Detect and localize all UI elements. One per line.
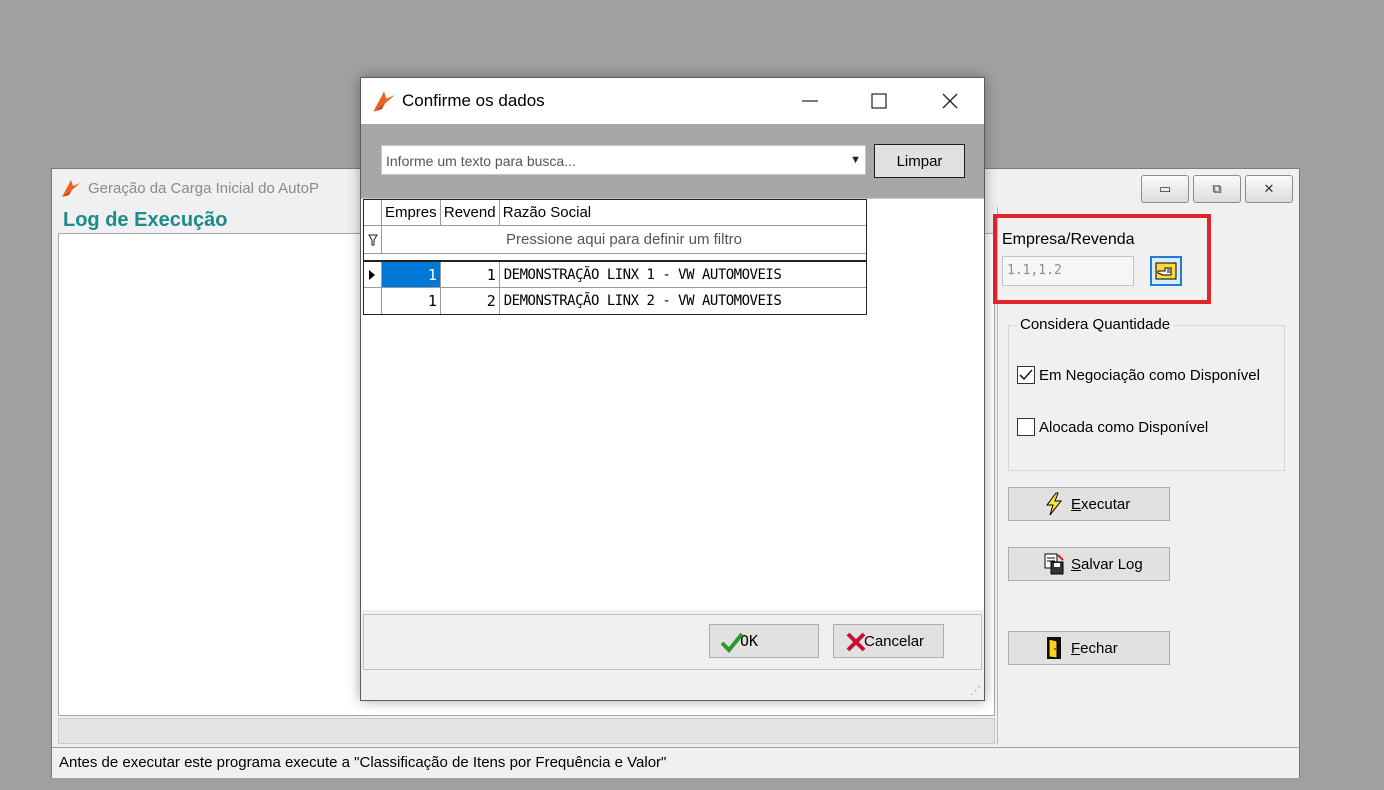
cell-razao-social[interactable]: DEMONSTRAÇÃO LINX 2 - VW AUTOMOVEIS <box>500 288 866 314</box>
dialog-close-button[interactable] <box>927 86 973 116</box>
ok-button[interactable]: OK <box>709 624 819 658</box>
checkbox-alocada-label: Alocada como Disponível <box>1039 418 1209 436</box>
grid-area: Empres Revend Razão Social Pressione aqu… <box>361 198 984 610</box>
save-log-icon <box>1044 553 1064 575</box>
dialog-search-bar: Informe um texto para busca... ▼ Limpar <box>361 124 984 198</box>
close-icon <box>942 93 958 109</box>
search-placeholder: Informe um texto para busca... <box>386 153 576 169</box>
cancel-x-icon <box>846 632 866 652</box>
main-minimize-button[interactable]: ▭ <box>1141 175 1189 203</box>
resize-grip-icon[interactable]: ⋰ <box>970 684 981 697</box>
close-icon: ✕ <box>1263 181 1275 197</box>
cell-empresa[interactable]: 1 <box>382 288 441 314</box>
qty-group-label: Considera Quantidade <box>1017 316 1174 333</box>
grid-header-row: Empres Revend Razão Social <box>364 200 866 226</box>
checkbox-alocada[interactable]: Alocada como Disponível <box>1017 418 1208 436</box>
minimize-icon <box>802 100 818 102</box>
grid-separator <box>364 254 866 262</box>
column-header-empresa[interactable]: Empres <box>382 200 441 225</box>
salvar-log-label: Salvar Log <box>1071 555 1143 573</box>
salvar-log-button[interactable]: Salvar Log <box>1008 547 1170 581</box>
filter-hint[interactable]: Pressione aqui para definir um filtro <box>382 226 866 253</box>
restore-icon: ⧉ <box>1212 181 1222 197</box>
empresa-label: Empresa/Revenda <box>1002 231 1135 248</box>
lightning-icon <box>1046 492 1063 516</box>
dialog-maximize-button[interactable] <box>856 86 902 116</box>
checkmark-icon <box>1019 369 1033 381</box>
checkbox-em-negociacao-box[interactable] <box>1017 366 1035 384</box>
lookup-hand-icon <box>1155 262 1177 280</box>
confirme-dialog: Confirme os dados Informe um texto para … <box>360 77 985 701</box>
log-title: Log de Execução <box>63 209 228 231</box>
checkbox-alocada-box[interactable] <box>1017 418 1035 436</box>
cell-revenda[interactable]: 1 <box>441 262 500 287</box>
limpar-button[interactable]: Limpar <box>874 144 965 178</box>
app-logo-icon <box>62 180 80 197</box>
executar-button[interactable]: Executar <box>1008 487 1170 521</box>
fechar-label: Fechar <box>1071 639 1118 657</box>
considera-quantidade-group: Considera Quantidade Em Negociação como … <box>1008 316 1285 471</box>
maximize-icon <box>871 93 887 109</box>
table-row[interactable]: 1 1 DEMONSTRAÇÃO LINX 1 - VW AUTOMOVEIS <box>364 262 866 288</box>
cancelar-button[interactable]: Cancelar <box>833 624 944 658</box>
cell-razao-social[interactable]: DEMONSTRAÇÃO LINX 1 - VW AUTOMOVEIS <box>500 262 866 287</box>
dialog-titlebar[interactable]: Confirme os dados <box>361 78 984 124</box>
cell-revenda[interactable]: 2 <box>441 288 500 314</box>
filter-icon <box>364 226 382 253</box>
door-exit-icon <box>1047 637 1061 659</box>
empresa-highlight-box: Empresa/Revenda 1.1,1.2 <box>993 214 1211 304</box>
column-header-razao-social[interactable]: Razão Social <box>500 200 866 225</box>
app-logo-icon <box>373 91 395 112</box>
grid-header-indicator <box>364 200 382 225</box>
minimize-icon: ▭ <box>1158 181 1172 197</box>
cell-empresa[interactable]: 1 <box>381 262 441 287</box>
dialog-title: Confirme os dados <box>402 91 545 110</box>
data-grid: Empres Revend Razão Social Pressione aqu… <box>363 199 867 315</box>
fechar-button[interactable]: Fechar <box>1008 631 1170 665</box>
grid-filter-row[interactable]: Pressione aqui para definir um filtro <box>364 226 866 254</box>
search-combobox[interactable]: Informe um texto para busca... ▼ <box>381 145 866 175</box>
dialog-minimize-button[interactable] <box>787 86 833 116</box>
row-indicator <box>364 288 382 314</box>
main-close-button[interactable]: ✕ <box>1245 175 1293 203</box>
empresa-lookup-button[interactable] <box>1150 256 1182 286</box>
main-restore-button[interactable]: ⧉ <box>1193 175 1241 203</box>
cancelar-label: Cancelar <box>864 632 925 650</box>
table-row[interactable]: 1 2 DEMONSTRAÇÃO LINX 2 - VW AUTOMOVEIS <box>364 288 866 314</box>
column-header-revenda[interactable]: Revend <box>441 200 500 225</box>
dialog-button-panel: OK Cancelar <box>363 614 982 670</box>
log-horizontal-scrollbar[interactable] <box>58 718 995 744</box>
status-bar: Antes de executar este programa execute … <box>52 747 1299 778</box>
right-panel: Empresa/Revenda 1.1,1.2 Considera Quanti… <box>993 207 1295 745</box>
executar-label: Executar <box>1071 495 1131 513</box>
checkmark-icon <box>720 632 744 653</box>
main-window-title: Geração da Carga Inicial do AutoP <box>88 180 319 197</box>
empresa-input[interactable]: 1.1,1.2 <box>1002 256 1134 286</box>
dropdown-arrow-icon[interactable]: ▼ <box>850 154 861 166</box>
dialog-status-bar: ⋰ <box>361 674 984 700</box>
checkbox-em-negociacao-label: Em Negociação como Disponível <box>1039 366 1260 384</box>
checkbox-em-negociacao[interactable]: Em Negociação como Disponível <box>1017 366 1260 384</box>
row-pointer-icon <box>364 262 382 287</box>
